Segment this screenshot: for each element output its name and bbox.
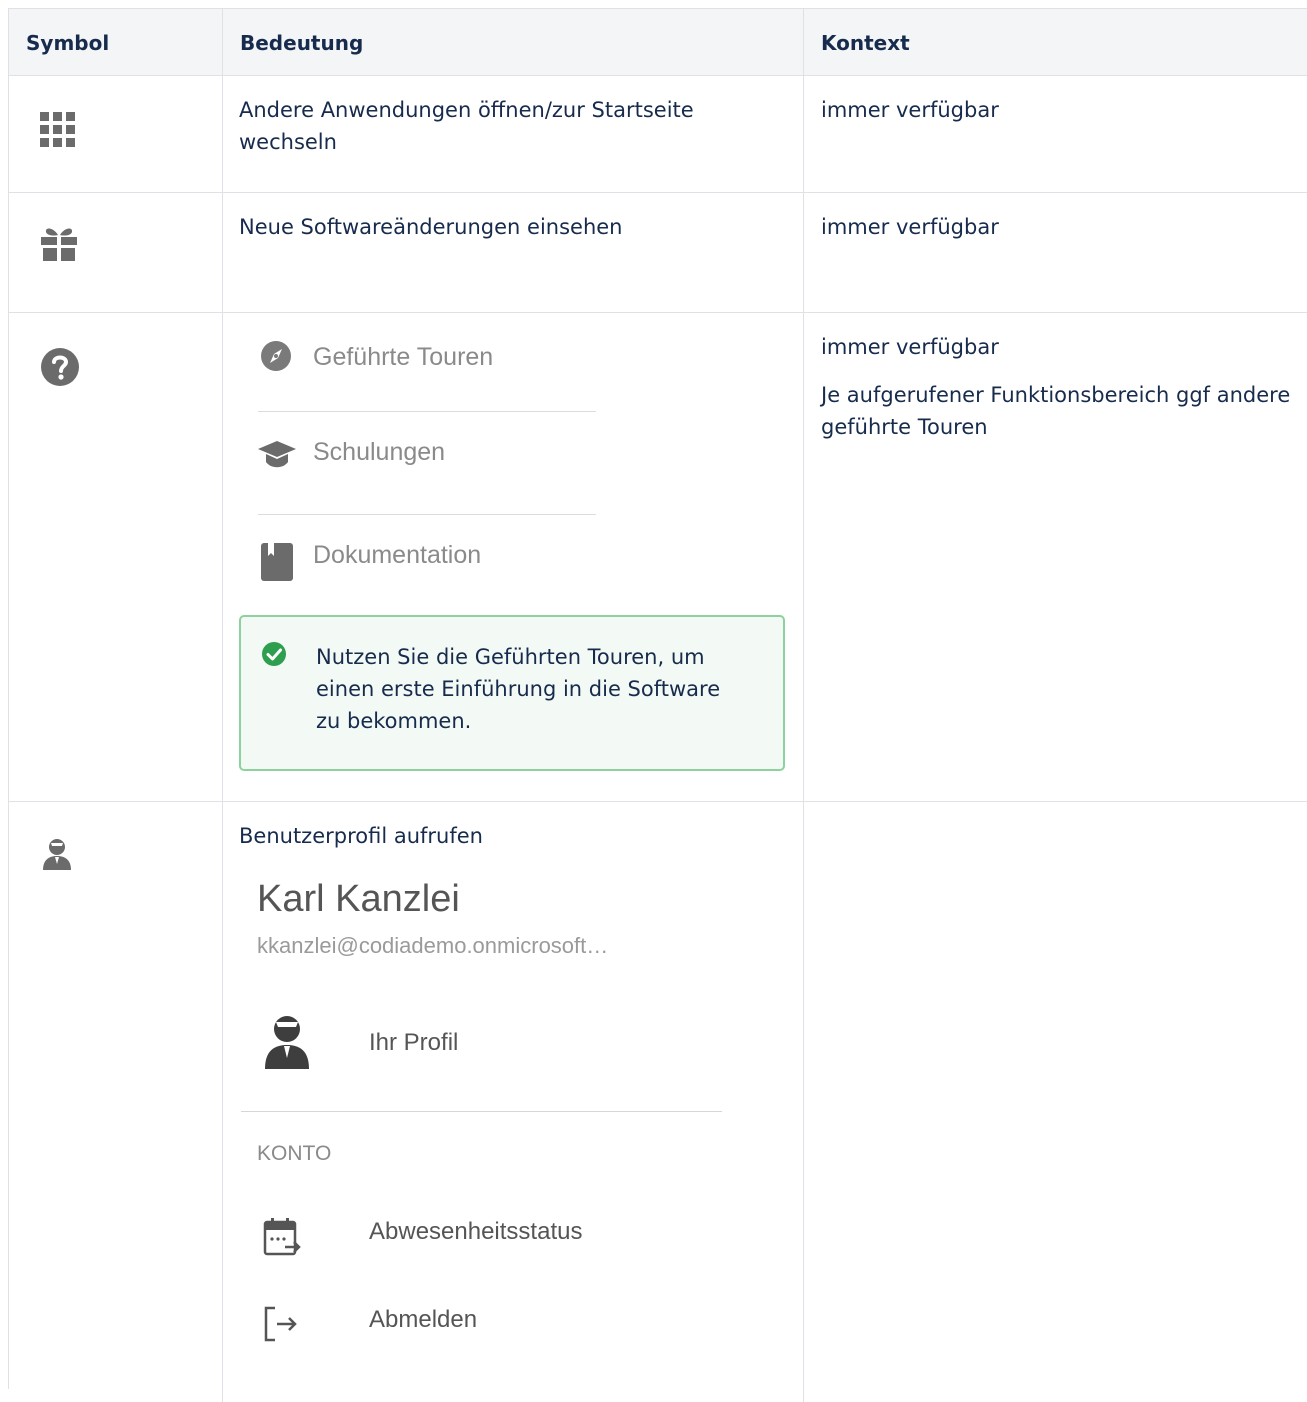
menu-your-profile[interactable]: Ihr Profil (369, 1027, 458, 1059)
table-row: Andere Anwendungen öffnen/zur Startseite… (9, 76, 1307, 193)
context-gift: immer verfügbar (821, 215, 999, 239)
apps-grid-icon (40, 112, 75, 147)
menu-logout[interactable]: Abmelden (369, 1304, 477, 1336)
context-help-extra: Je aufgerufener Funktionsbereich ggf and… (821, 383, 1291, 439)
user-profile-icon (43, 839, 71, 870)
context-help: immer verfügbar (821, 335, 999, 359)
table-row: Neue Softwareänderungen einsehen immer v… (9, 193, 1307, 313)
check-circle-icon (262, 642, 286, 666)
menu-absence-status[interactable]: Abwesenheitsstatus (369, 1216, 582, 1248)
calendar-absence-icon (263, 1218, 301, 1256)
header-symbol: Symbol (26, 31, 110, 55)
section-konto: KONTO (257, 1142, 332, 1165)
book-icon (261, 543, 293, 581)
profile-divider (241, 1111, 722, 1112)
symbol-table: Symbol Bedeutung Kontext Andere Anwendun… (8, 8, 1307, 1402)
user-avatar-icon[interactable] (263, 1012, 311, 1070)
profile-email: kkanzlei@codiademo.onmicrosoft… (257, 933, 609, 958)
menu-trainings[interactable]: Schulungen (313, 436, 445, 468)
meaning-apps: Andere Anwendungen öffnen/zur Startseite… (239, 98, 694, 154)
menu-divider (258, 411, 596, 412)
table-header: Symbol Bedeutung Kontext (9, 9, 1307, 76)
logout-icon (264, 1306, 297, 1342)
header-context: Kontext (821, 31, 910, 55)
menu-guided-tours[interactable]: Geführte Touren (313, 341, 493, 373)
menu-divider (258, 514, 596, 515)
graduation-cap-icon (258, 441, 296, 468)
success-note: Nutzen Sie die Geführten Touren, um eine… (239, 615, 785, 771)
meaning-profile: Benutzerprofil aufrufen (239, 824, 483, 848)
help-question-icon (41, 348, 79, 386)
gift-icon (41, 228, 77, 261)
table-row: Benutzerprofil aufrufen Karl Kanzlei kka… (9, 802, 1307, 1402)
meaning-gift: Neue Softwareänderungen einsehen (239, 215, 623, 239)
table-row: Geführte Touren Schulungen Dokumentation (9, 313, 1307, 802)
context-apps: immer verfügbar (821, 98, 999, 122)
compass-icon (261, 341, 291, 371)
note-text: Nutzen Sie die Geführten Touren, um eine… (316, 645, 721, 733)
header-meaning: Bedeutung (240, 31, 364, 55)
profile-name: Karl Kanzlei (257, 878, 460, 920)
menu-documentation[interactable]: Dokumentation (313, 539, 481, 571)
